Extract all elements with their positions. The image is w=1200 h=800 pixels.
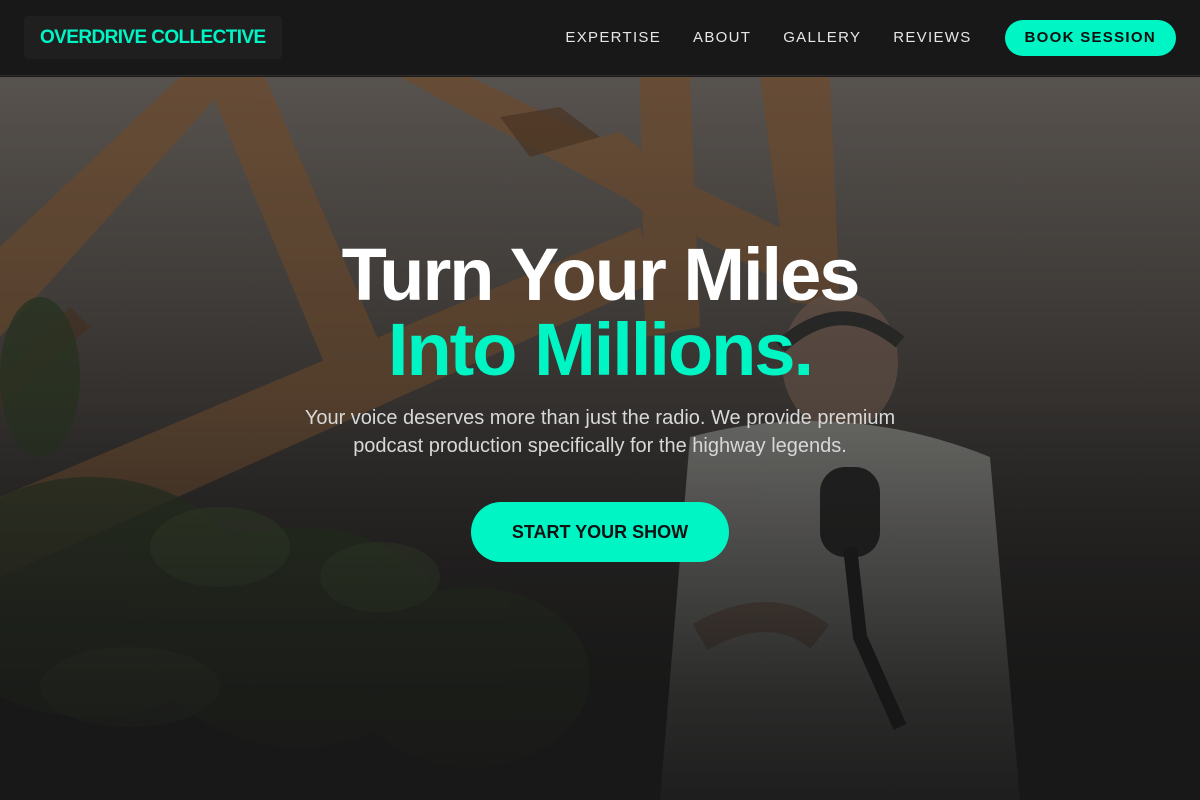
nav-link-expertise[interactable]: EXPERTISE bbox=[565, 29, 661, 46]
hero-subtitle: Your voice deserves more than just the r… bbox=[304, 407, 896, 457]
nav-link-reviews[interactable]: REVIEWS bbox=[893, 29, 971, 46]
book-session-button[interactable]: BOOK SESSION bbox=[1004, 19, 1176, 56]
hero-section: Turn Your Miles Into Millions. Your voic… bbox=[0, 77, 1200, 800]
nav-link-gallery[interactable]: GALLERY bbox=[783, 29, 861, 46]
hero-headline-line2: Into Millions. bbox=[387, 308, 814, 391]
brand-logo[interactable]: OVERDRIVE COLLECTIVE bbox=[24, 16, 282, 59]
start-your-show-button[interactable]: START YOUR SHOW bbox=[471, 502, 729, 562]
hero-headline-line1: Turn Your Miles bbox=[341, 233, 861, 316]
site-header: OVERDRIVE COLLECTIVE EXPERTISE ABOUT GAL… bbox=[0, 0, 1200, 76]
main-nav: EXPERTISE ABOUT GALLERY REVIEWS BOOK SES… bbox=[565, 19, 1176, 56]
nav-link-about[interactable]: ABOUT bbox=[693, 29, 751, 46]
